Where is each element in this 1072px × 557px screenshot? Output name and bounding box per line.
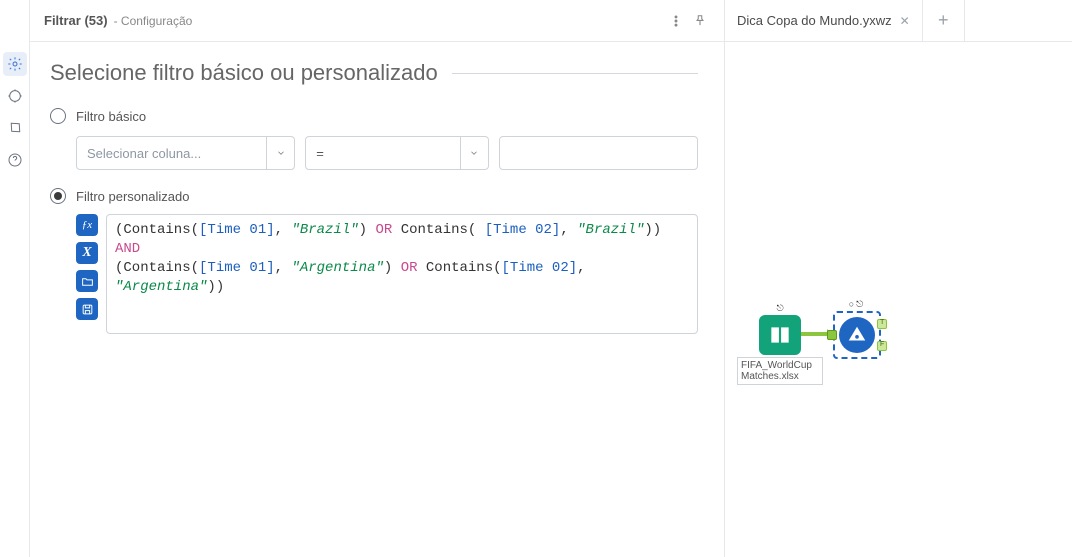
panel-subtitle: - Configuração — [114, 14, 193, 28]
tab-bar: Dica Copa do Mundo.yxwz ✕ + — [725, 0, 1072, 42]
false-anchor[interactable] — [877, 341, 887, 351]
radio-icon — [50, 108, 66, 124]
radio-basic-filter[interactable]: Filtro básico — [50, 108, 698, 124]
radio-label: Filtro personalizado — [76, 189, 189, 204]
expression-toolbar: ƒx X — [76, 214, 100, 334]
chevron-down-icon — [266, 137, 294, 169]
input-anchor[interactable] — [827, 330, 837, 340]
config-panel: Filtrar (53) - Configuração Selecione fi… — [30, 0, 724, 557]
column-dropdown[interactable]: Selecionar coluna... — [76, 136, 295, 170]
filter-icon — [839, 317, 875, 353]
node-label: FIFA_WorldCupMatches.xlsx — [737, 357, 823, 385]
x-button[interactable]: X — [76, 242, 98, 264]
operator-dropdown[interactable]: = — [305, 136, 488, 170]
radio-icon-selected — [50, 188, 66, 204]
node-badge: ○⎋ — [849, 300, 866, 309]
radio-label: Filtro básico — [76, 109, 146, 124]
panel-title: Filtrar (53) — [44, 13, 108, 28]
workflow-tab[interactable]: Dica Copa do Mundo.yxwz ✕ — [725, 0, 923, 41]
chevron-down-icon — [460, 137, 488, 169]
filter-node[interactable]: ○⎋ — [833, 300, 881, 359]
fx-button[interactable]: ƒx — [76, 214, 98, 236]
left-tool-rail — [0, 0, 30, 557]
help-icon[interactable] — [3, 148, 27, 172]
dropdown-placeholder: Selecionar coluna... — [77, 146, 266, 161]
radio-custom-filter[interactable]: Filtro personalizado — [50, 188, 698, 204]
target-icon[interactable] — [3, 84, 27, 108]
expression-editor[interactable]: (Contains([Time 01], "Brazil") OR Contai… — [106, 214, 698, 334]
folder-button[interactable] — [76, 270, 98, 292]
panel-header: Filtrar (53) - Configuração — [30, 0, 724, 42]
gear-icon[interactable] — [3, 52, 27, 76]
close-icon[interactable]: ✕ — [900, 14, 910, 28]
dropdown-value: = — [306, 146, 459, 161]
add-tab-button[interactable]: + — [923, 0, 965, 41]
node-badge: ⎋ — [776, 304, 783, 313]
divider — [452, 73, 698, 74]
canvas-area: Dica Copa do Mundo.yxwz ✕ + ⎋ FIFA_World… — [724, 0, 1072, 557]
input-icon — [759, 315, 801, 355]
save-button[interactable] — [76, 298, 98, 320]
input-node[interactable]: ⎋ FIFA_WorldCupMatches.xlsx — [737, 304, 823, 385]
value-input[interactable] — [499, 136, 698, 170]
section-heading: Selecione filtro básico ou personalizado — [50, 60, 438, 86]
tab-label: Dica Copa do Mundo.yxwz — [737, 13, 892, 28]
workflow-canvas[interactable]: ⎋ FIFA_WorldCupMatches.xlsx ○⎋ — [725, 42, 1072, 557]
true-anchor[interactable] — [877, 319, 887, 329]
pin-icon[interactable] — [690, 11, 710, 31]
more-icon[interactable] — [666, 11, 686, 31]
tag-icon[interactable] — [3, 116, 27, 140]
